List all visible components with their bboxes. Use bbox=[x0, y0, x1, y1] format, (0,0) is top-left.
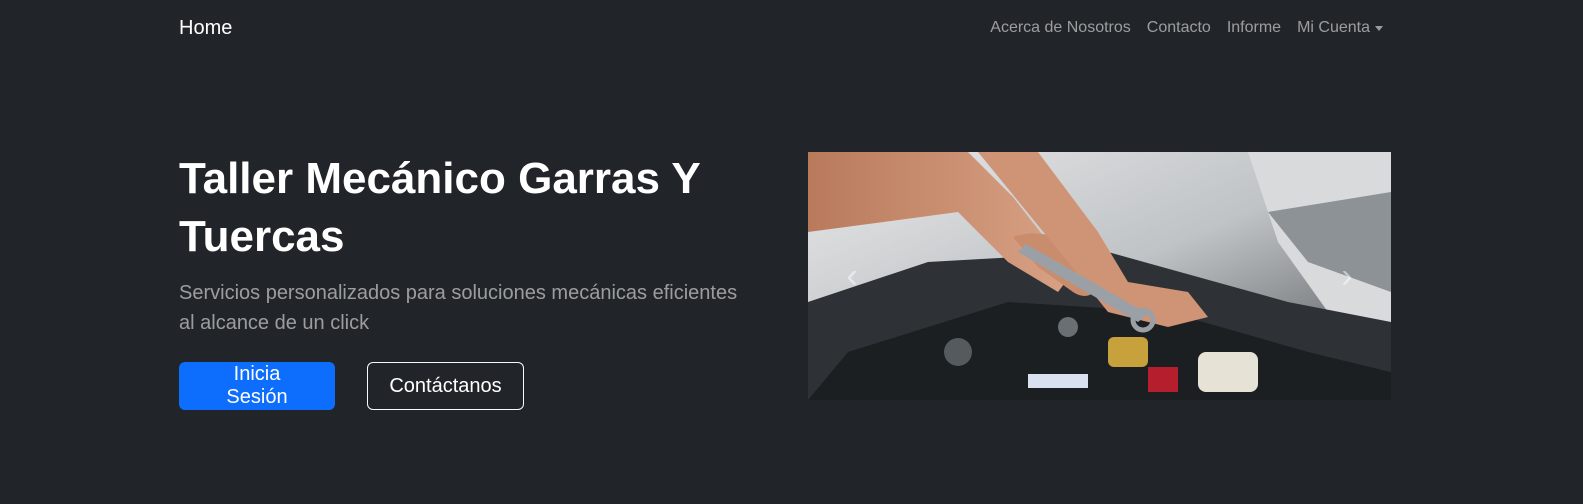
carousel-prev-button[interactable]: ‹ bbox=[808, 152, 896, 400]
carousel-next-button[interactable]: › bbox=[1303, 152, 1391, 400]
navbar: Home Acerca de Nosotros Contacto Informe… bbox=[0, 0, 1583, 56]
nav-dropdown-mi-cuenta[interactable]: Mi Cuenta bbox=[1289, 19, 1391, 37]
hero-carousel: ‹ › bbox=[808, 152, 1391, 400]
chevron-left-icon: ‹ bbox=[846, 256, 858, 295]
brand-home-link[interactable]: Home bbox=[179, 17, 232, 40]
hero-section: Taller Mecánico Garras Y Tuercas Servici… bbox=[179, 150, 759, 410]
nav-link-acerca[interactable]: Acerca de Nosotros bbox=[982, 19, 1139, 37]
hero-subtitle: Servicios personalizados para soluciones… bbox=[179, 282, 738, 334]
chevron-right-icon: › bbox=[1341, 256, 1353, 295]
login-button[interactable]: Inicia Sesión bbox=[179, 362, 335, 410]
nav-dropdown-label: Mi Cuenta bbox=[1297, 19, 1370, 36]
nav-link-contacto[interactable]: Contacto bbox=[1139, 19, 1219, 37]
nav-links: Acerca de Nosotros Contacto Informe Mi C… bbox=[982, 19, 1391, 37]
hero-buttons: Inicia Sesión Contáctanos bbox=[179, 362, 759, 410]
hero-title: Taller Mecánico Garras Y Tuercas bbox=[179, 154, 700, 261]
caret-down-icon bbox=[1375, 25, 1383, 31]
contact-button[interactable]: Contáctanos bbox=[367, 362, 524, 410]
nav-link-informe[interactable]: Informe bbox=[1219, 19, 1289, 37]
